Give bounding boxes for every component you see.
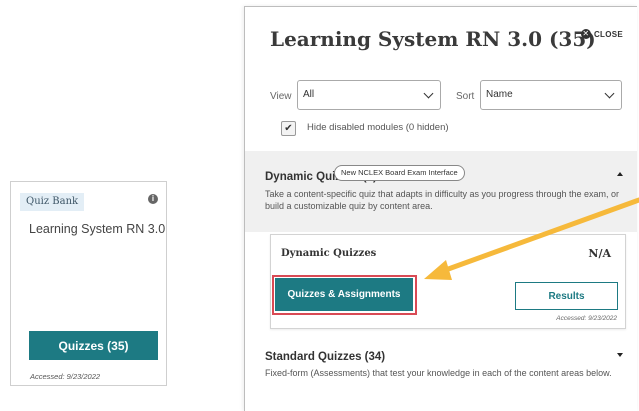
hide-disabled-checkbox[interactable]: ✔ bbox=[281, 121, 296, 136]
modal-title: Learning System RN 3.0 (35) bbox=[270, 27, 596, 51]
collapse-caret-icon[interactable] bbox=[617, 172, 623, 176]
view-select-value: All bbox=[303, 89, 315, 100]
quiz-modal: Learning System RN 3.0 (35) ✕ CLOSE View… bbox=[244, 6, 637, 411]
expand-caret-icon[interactable] bbox=[617, 353, 623, 357]
sort-select[interactable]: Name bbox=[480, 80, 622, 110]
close-label: CLOSE bbox=[593, 29, 623, 39]
info-icon[interactable]: i bbox=[148, 194, 158, 204]
results-button[interactable]: Results bbox=[515, 282, 618, 310]
view-label: View bbox=[270, 91, 292, 102]
standard-quizzes-heading[interactable]: Standard Quizzes (34) bbox=[265, 351, 385, 363]
nclex-tooltip: New NCLEX Board Exam Interface bbox=[334, 165, 465, 181]
quiz-bank-tag: Quiz Bank bbox=[20, 193, 85, 211]
dynamic-quizzes-description: Take a content-specific quiz that adapts… bbox=[265, 189, 620, 211]
quizzes-assignments-button[interactable]: Quizzes & Assignments bbox=[275, 278, 413, 311]
standard-quizzes-description: Fixed-form (Assessments) that test your … bbox=[265, 368, 612, 378]
card-title: Learning System RN 3.0 bbox=[29, 222, 166, 236]
close-icon: ✕ bbox=[580, 29, 591, 39]
view-select[interactable]: All bbox=[297, 80, 441, 110]
quiz-bank-card: Quiz Bank i Learning System RN 3.0 Quizz… bbox=[10, 181, 167, 386]
chevron-down-icon bbox=[604, 88, 615, 99]
hide-disabled-label: Hide disabled modules (0 hidden) bbox=[307, 122, 449, 133]
card-accessed-date: Accessed: 9/23/2022 bbox=[30, 372, 101, 381]
close-button[interactable]: ✕ CLOSE bbox=[580, 29, 623, 39]
item-accessed-date: Accessed: 9/23/2022 bbox=[556, 315, 617, 322]
quizzes-button[interactable]: Quizzes (35) bbox=[29, 331, 158, 360]
chevron-down-icon bbox=[423, 88, 434, 99]
dynamic-quiz-item-title: Dynamic Quizzes bbox=[281, 248, 377, 259]
dynamic-quiz-item: Dynamic Quizzes N/A Quizzes & Assignment… bbox=[270, 234, 626, 329]
sort-select-value: Name bbox=[486, 89, 513, 100]
sort-label: Sort bbox=[456, 91, 475, 102]
dynamic-quiz-score: N/A bbox=[588, 247, 611, 260]
